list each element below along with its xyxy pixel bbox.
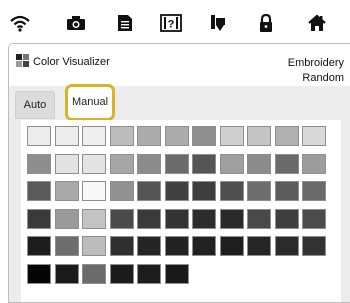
color-swatch[interactable]: [109, 208, 134, 229]
mode-random-label: Random: [302, 72, 344, 84]
top-toolbar: ?: [0, 0, 350, 42]
color-swatch[interactable]: [164, 153, 189, 174]
color-swatch[interactable]: [164, 236, 189, 256]
color-swatch[interactable]: [27, 208, 51, 229]
color-swatch[interactable]: [54, 181, 79, 201]
color-swatch[interactable]: [82, 126, 106, 146]
help-icon[interactable]: ?: [159, 12, 183, 34]
camera-icon[interactable]: [64, 12, 88, 34]
color-swatch[interactable]: [82, 263, 106, 284]
color-swatch[interactable]: [27, 236, 51, 256]
color-swatch[interactable]: [109, 263, 134, 284]
color-swatch[interactable]: [27, 263, 51, 284]
color-swatch[interactable]: [247, 236, 271, 256]
color-swatch[interactable]: [137, 263, 161, 284]
svg-text:?: ?: [168, 19, 175, 31]
lock-icon[interactable]: [254, 12, 278, 34]
color-swatch[interactable]: [219, 126, 244, 146]
color-swatch[interactable]: [164, 181, 189, 201]
color-swatch[interactable]: [192, 126, 216, 146]
color-swatch[interactable]: [192, 181, 216, 201]
color-swatch[interactable]: [302, 208, 326, 229]
color-swatch[interactable]: [219, 153, 244, 174]
color-swatch[interactable]: [192, 208, 216, 229]
color-swatch[interactable]: [109, 153, 134, 174]
color-swatch[interactable]: [54, 236, 79, 256]
color-swatch[interactable]: [247, 208, 271, 229]
color-swatch-grid: [21, 120, 341, 302]
color-swatch[interactable]: [274, 126, 299, 146]
color-swatch[interactable]: [82, 181, 106, 201]
tab-auto[interactable]: Auto: [15, 91, 55, 119]
color-swatch[interactable]: [109, 181, 134, 201]
panel-header: Color Visualizer Embroidery Random: [9, 44, 350, 84]
color-swatch[interactable]: [109, 236, 134, 256]
thread-spool-icon[interactable]: [207, 12, 231, 34]
mode-embroidery-label: Embroidery: [287, 57, 344, 69]
color-swatch[interactable]: [274, 153, 299, 174]
color-swatch[interactable]: [54, 208, 79, 229]
color-swatch[interactable]: [137, 236, 161, 256]
home-icon[interactable]: [305, 12, 329, 34]
color-swatch[interactable]: [302, 153, 326, 174]
color-swatch[interactable]: [274, 236, 299, 256]
color-swatch[interactable]: [164, 263, 189, 284]
color-swatch[interactable]: [109, 126, 134, 146]
color-swatch[interactable]: [302, 126, 326, 146]
color-swatch[interactable]: [302, 181, 326, 201]
color-swatch[interactable]: [82, 208, 106, 229]
color-swatch[interactable]: [54, 153, 79, 174]
color-swatch[interactable]: [219, 236, 244, 256]
color-swatch[interactable]: [137, 153, 161, 174]
document-icon[interactable]: [113, 12, 137, 34]
color-visualizer-logo-icon: [16, 54, 29, 67]
color-swatch[interactable]: [219, 208, 244, 229]
color-swatch[interactable]: [274, 208, 299, 229]
color-swatch[interactable]: [274, 181, 299, 201]
color-visualizer-panel: Color Visualizer Embroidery Random Auto …: [8, 43, 350, 303]
color-swatch[interactable]: [54, 126, 79, 146]
color-swatch[interactable]: [27, 126, 51, 146]
tab-manual[interactable]: Manual: [65, 84, 115, 121]
color-swatch[interactable]: [27, 181, 51, 201]
color-swatch[interactable]: [82, 236, 106, 256]
color-swatch[interactable]: [137, 208, 161, 229]
color-swatch[interactable]: [164, 208, 189, 229]
panel-title: Color Visualizer: [33, 56, 110, 68]
color-swatch[interactable]: [164, 126, 189, 146]
color-swatch[interactable]: [247, 126, 271, 146]
wifi-icon[interactable]: [8, 12, 32, 34]
color-swatch[interactable]: [302, 236, 326, 256]
color-swatch[interactable]: [219, 181, 244, 201]
color-swatch[interactable]: [82, 153, 106, 174]
color-swatch[interactable]: [247, 153, 271, 174]
color-swatch[interactable]: [54, 263, 79, 284]
color-swatch[interactable]: [137, 126, 161, 146]
color-swatch[interactable]: [27, 153, 51, 174]
color-swatch[interactable]: [192, 153, 216, 174]
color-swatch[interactable]: [192, 236, 216, 256]
color-swatch[interactable]: [247, 181, 271, 201]
color-swatch[interactable]: [137, 181, 161, 201]
